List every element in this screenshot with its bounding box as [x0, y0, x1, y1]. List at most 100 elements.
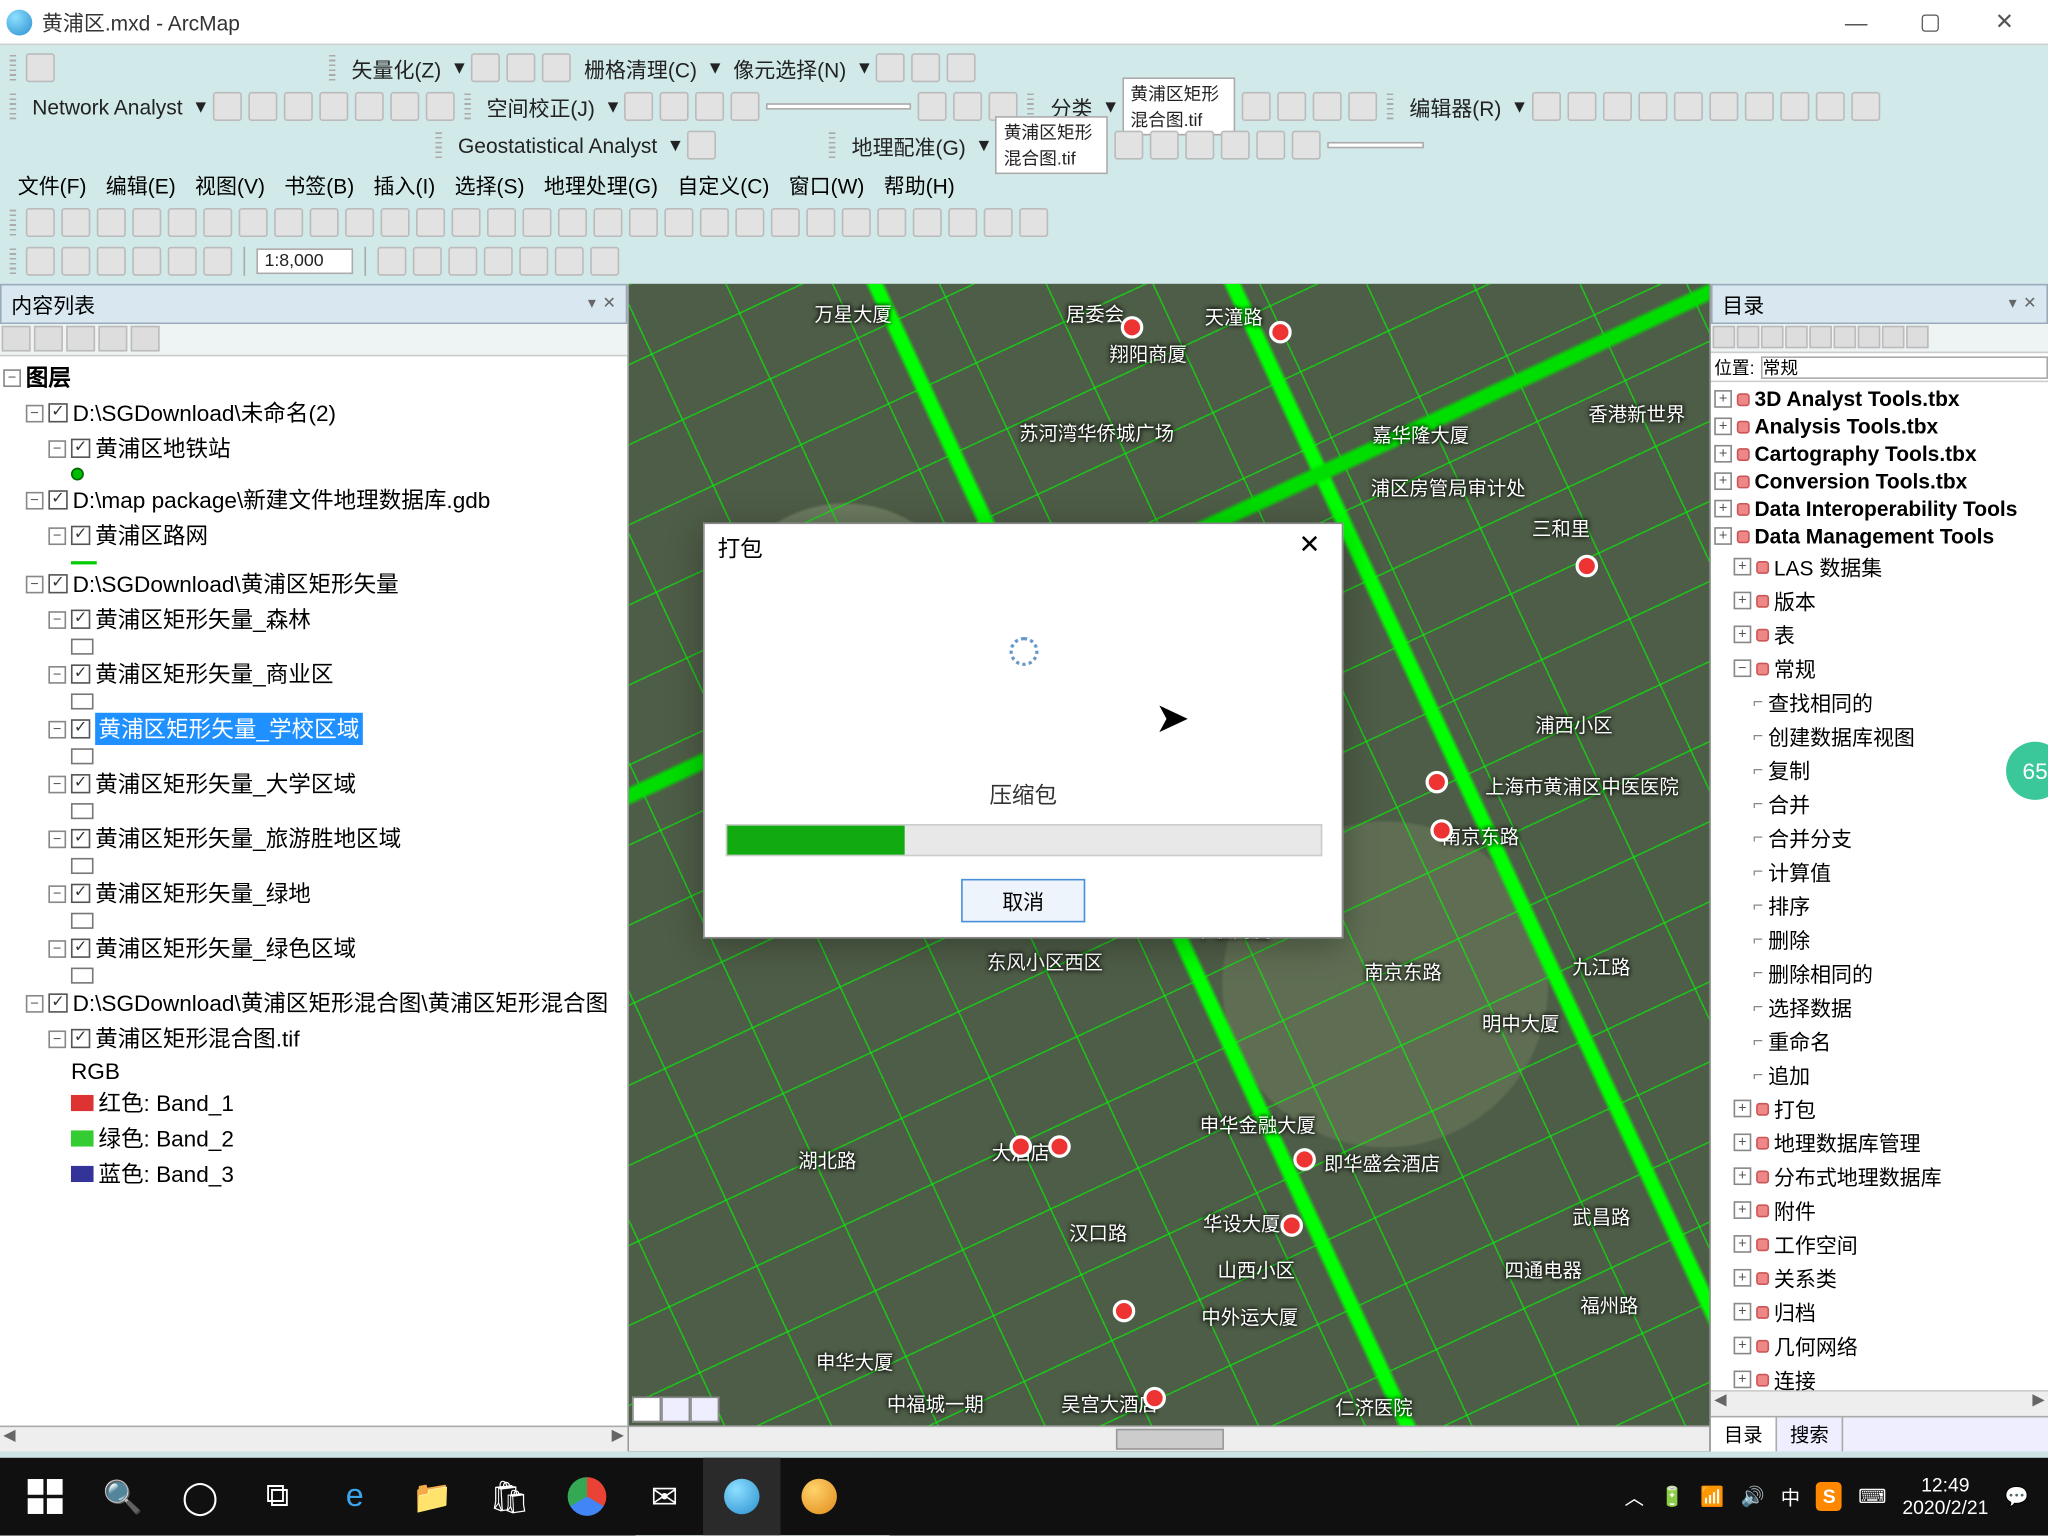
toc-icon[interactable] [98, 326, 127, 352]
catalog-node[interactable]: +附件 [1714, 1193, 2045, 1227]
toolbar-icon[interactable] [625, 92, 654, 121]
catalog-node[interactable]: +分布式地理数据库 [1714, 1159, 2045, 1193]
tree-node[interactable]: −✓D:\SGDownload\黄浦区矩形混合图\黄浦区矩形混合图 [3, 985, 624, 1020]
menu-item[interactable]: 地理处理(G) [536, 165, 666, 202]
toolbar-icon[interactable] [1348, 92, 1377, 121]
chrome-icon[interactable] [548, 1458, 625, 1535]
catalog-icon[interactable] [1834, 326, 1857, 349]
toolbar-icon[interactable] [274, 208, 303, 237]
maximize-button[interactable]: ▢ [1893, 0, 1967, 44]
catalog-icon[interactable] [1761, 326, 1784, 349]
toolbar-icon[interactable] [212, 92, 241, 121]
pin-icon[interactable]: ▾ [588, 295, 596, 313]
toolbar-icon[interactable] [484, 247, 513, 276]
catalog-node[interactable]: +Conversion Tools.tbx [1714, 468, 2045, 495]
catalog-node[interactable]: +连接 [1714, 1363, 2045, 1390]
toolbar-icon[interactable] [660, 92, 689, 121]
toolbar-icon[interactable] [319, 92, 348, 121]
toolbar-icon[interactable] [1673, 92, 1702, 121]
toolbar-icon[interactable] [522, 208, 551, 237]
scale-combo[interactable]: 1:8,000 [256, 248, 353, 274]
menu-item[interactable]: 窗口(W) [781, 165, 873, 202]
catalog-node[interactable]: +表 [1714, 618, 2045, 652]
toolbar-icon[interactable] [1638, 92, 1667, 121]
spatial-combo[interactable] [767, 103, 912, 109]
toolbar-icon[interactable] [954, 92, 983, 121]
scroll-thumb[interactable] [1115, 1429, 1223, 1450]
tree-node[interactable]: 蓝色: Band_3 [3, 1156, 624, 1191]
tree-node[interactable] [3, 856, 624, 875]
toolbar-icon[interactable] [687, 131, 716, 160]
toolbar-icon[interactable] [26, 208, 55, 237]
editor-menu[interactable]: 编辑器(R) [1403, 91, 1508, 122]
catalog-icon[interactable] [1882, 326, 1905, 349]
toolbar-icon[interactable] [425, 92, 454, 121]
toolbar-icon[interactable] [1257, 131, 1286, 160]
toolbar-icon[interactable] [806, 208, 835, 237]
location-input[interactable] [1761, 356, 2048, 379]
toolbar-icon[interactable] [507, 53, 536, 82]
toolbar-icon[interactable] [1019, 208, 1048, 237]
geostat-menu[interactable]: Geostatistical Analyst [452, 133, 664, 157]
pixelselect-menu[interactable]: 像元选择(N) [727, 52, 853, 83]
network-analyst-menu[interactable]: Network Analyst [26, 94, 189, 118]
catalog-node[interactable]: +3D Analyst Tools.tbx [1714, 385, 2045, 412]
vectorize-menu[interactable]: 矢量化(Z) [345, 52, 448, 83]
toc-hscroll[interactable] [0, 1426, 627, 1452]
toolbar-icon[interactable] [1221, 131, 1250, 160]
georef-menu[interactable]: 地理配准(G) [845, 130, 972, 161]
catalog-node[interactable]: +LAS 数据集 [1714, 550, 2045, 584]
catalog-icon[interactable] [1809, 326, 1832, 349]
toolbar-icon[interactable] [948, 208, 977, 237]
toolbar-icon[interactable] [239, 208, 268, 237]
menu-item[interactable]: 帮助(H) [876, 165, 963, 202]
toolbar-icon[interactable] [1709, 92, 1738, 121]
close-button[interactable]: ✕ [1967, 0, 2041, 44]
toolbar-icon[interactable] [947, 53, 976, 82]
toolbar-icon[interactable] [1531, 92, 1560, 121]
toolbar-icon[interactable] [132, 247, 161, 276]
classify-combo[interactable]: 黄浦区矩形混合图.tif [1122, 77, 1235, 135]
toolbar-icon[interactable] [354, 92, 383, 121]
toolbar-icon[interactable] [416, 208, 445, 237]
toolbar-icon[interactable] [1780, 92, 1809, 121]
toolbar-icon[interactable] [1815, 92, 1844, 121]
catalog-node[interactable]: +归档 [1714, 1295, 2045, 1329]
menu-item[interactable]: 文件(F) [10, 165, 95, 202]
toolbar-icon[interactable] [590, 247, 619, 276]
catalog-leaf[interactable]: ⌐选择数据 [1714, 990, 2045, 1024]
toolbar-icon[interactable] [1602, 92, 1631, 121]
toolbar-icon[interactable] [1313, 92, 1342, 121]
toolbar-icon[interactable] [283, 92, 312, 121]
tab-catalog[interactable]: 目录 [1711, 1417, 1777, 1451]
tree-node[interactable] [3, 747, 624, 766]
toc-tree[interactable]: −图层−✓D:\SGDownload\未命名(2)−✓黄浦区地铁站−✓D:\ma… [0, 356, 627, 1425]
toolbar-icon[interactable] [413, 247, 442, 276]
taskview-icon[interactable]: ⧉ [239, 1458, 316, 1535]
toolbar-icon[interactable] [203, 208, 232, 237]
toolbar-icon[interactable] [1242, 92, 1271, 121]
toolbar-icon[interactable] [700, 208, 729, 237]
tree-node[interactable]: −✓黄浦区矩形矢量_大学区域 [3, 766, 624, 801]
tree-node[interactable]: RGB [3, 1056, 624, 1085]
toolbar-icon[interactable] [876, 53, 905, 82]
catalog-leaf[interactable]: ⌐追加 [1714, 1058, 2045, 1092]
catalog-icon[interactable] [1785, 326, 1808, 349]
tree-node[interactable]: −✓黄浦区矩形矢量_旅游胜地区域 [3, 821, 624, 856]
catalog-leaf[interactable]: ⌐合并分支 [1714, 821, 2045, 855]
toc-listview-icon[interactable] [2, 326, 31, 352]
catalog-node[interactable]: +Data Interoperability Tools [1714, 495, 2045, 522]
tree-node[interactable]: −✓D:\SGDownload\黄浦区矩形矢量 [3, 566, 624, 601]
clock[interactable]: 12:49 2020/2/21 [1902, 1474, 1988, 1519]
catalog-leaf[interactable]: ⌐查找相同的 [1714, 685, 2045, 719]
tree-node[interactable] [3, 553, 624, 566]
menu-item[interactable]: 编辑(E) [98, 165, 184, 202]
catalog-hscroll[interactable]: ◀▶ [1711, 1390, 2048, 1416]
catalog-leaf[interactable]: ⌐重命名 [1714, 1024, 2045, 1058]
toc-icon[interactable] [66, 326, 95, 352]
tree-node[interactable]: −✓黄浦区矩形矢量_绿地 [3, 876, 624, 911]
menu-item[interactable]: 选择(S) [447, 165, 533, 202]
tree-node[interactable]: −✓黄浦区地铁站 [3, 431, 624, 466]
battery-icon[interactable]: 🔋 [1660, 1485, 1684, 1508]
tree-node[interactable]: −✓D:\map package\新建文件地理数据库.gdb [3, 482, 624, 517]
